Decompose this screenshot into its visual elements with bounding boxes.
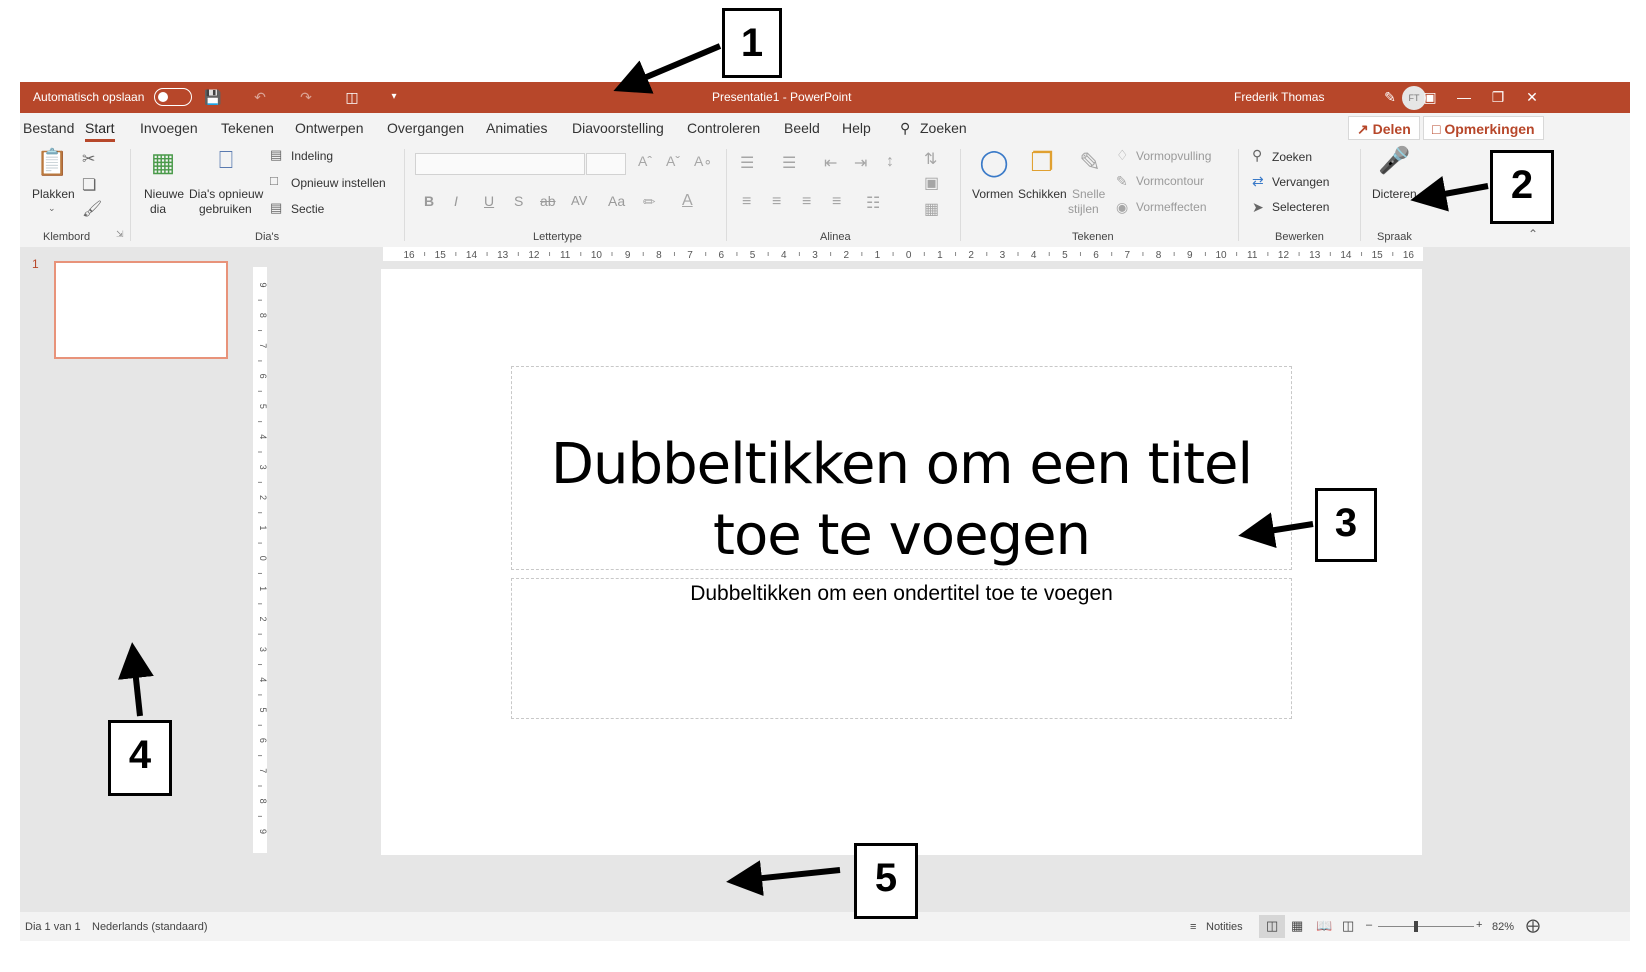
arrow-2 (1410, 176, 1489, 212)
arrow-1 (613, 43, 722, 94)
arrow-4 (118, 642, 154, 717)
callout-arrows (118, 43, 1489, 897)
arrow-3 (1238, 512, 1314, 548)
arrow-5 (726, 860, 841, 897)
